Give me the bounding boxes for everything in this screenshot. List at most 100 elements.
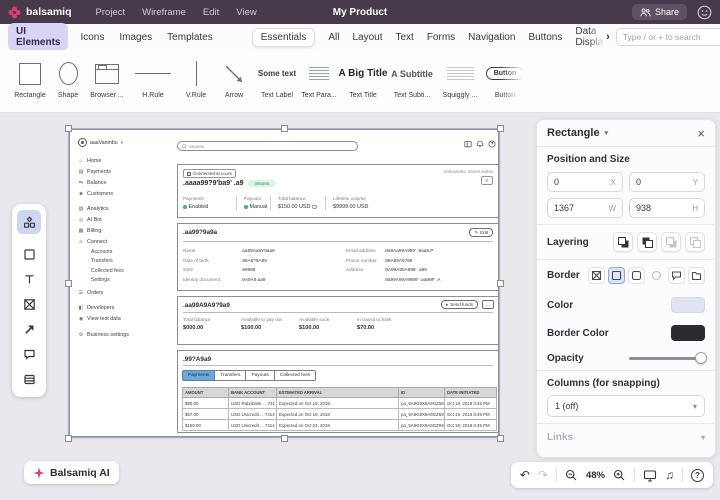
border-circle-icon[interactable] <box>648 267 665 284</box>
toolbox-item-shape[interactable]: Shape <box>50 59 86 112</box>
columns-select[interactable]: 1 (off) ▾ <box>547 395 705 417</box>
y-position-field[interactable]: 0Y <box>629 172 705 192</box>
menu-view[interactable]: View <box>236 7 256 18</box>
bring-to-front-icon[interactable] <box>637 232 657 252</box>
inspector-element-type[interactable]: Rectangle <box>547 127 600 139</box>
toolbox-item-text-paragraph[interactable]: Text Para... <box>300 59 338 112</box>
toolbox-item-text-subtitle[interactable]: A Subtitle Text Subti... <box>388 59 436 112</box>
category-buttons[interactable]: Buttons <box>528 32 562 43</box>
bring-forward-icon[interactable] <box>613 232 633 252</box>
border-none-icon[interactable] <box>588 267 605 284</box>
opacity-slider-knob[interactable] <box>695 352 707 364</box>
selection-handle[interactable] <box>281 125 288 132</box>
mock-activity-title: .99?A9a9 <box>183 356 211 363</box>
category-all[interactable]: All <box>328 32 339 43</box>
send-backward-icon[interactable] <box>661 232 681 252</box>
data-grid-tool-icon[interactable] <box>17 367 41 391</box>
category-forms[interactable]: Forms <box>427 32 455 43</box>
comment-tool-icon[interactable] <box>17 342 41 366</box>
toolbox-item-hrule[interactable]: H.Rule <box>128 59 178 112</box>
green-dot-icon <box>244 205 248 209</box>
tab-templates[interactable]: Templates <box>167 32 213 43</box>
people-icon <box>640 8 651 17</box>
selection-handle[interactable] <box>65 125 72 132</box>
menu-project[interactable]: Project <box>96 7 126 18</box>
menu-wireframe[interactable]: Wireframe <box>142 7 186 18</box>
ellipse-shape-icon <box>59 62 78 85</box>
selection-handle[interactable] <box>497 435 504 442</box>
help-icon[interactable]: ? <box>691 469 704 482</box>
chevron-down-icon[interactable]: ▾ <box>605 129 609 137</box>
border-tab-icon[interactable] <box>688 267 705 284</box>
color-label: Color <box>547 300 573 311</box>
tool-label: Squiggly ... <box>443 92 478 99</box>
mock-nav-billing: ▦Billing <box>78 225 176 236</box>
connect-icon: ∞ <box>78 239 84 245</box>
mock-details-right: Email address.9a9Aa99A999' .9aa9.P Phone… <box>346 246 440 284</box>
music-icon[interactable]: ♫ <box>665 469 674 481</box>
border-color-swatch[interactable] <box>671 325 705 341</box>
selection-handle[interactable] <box>497 280 504 287</box>
ui-library-tool-icon[interactable] <box>17 210 41 234</box>
opacity-slider[interactable] <box>629 357 705 360</box>
toolbox-item-browser[interactable]: Browser ... <box>86 59 128 112</box>
share-button[interactable]: Share <box>632 4 687 20</box>
border-bubble-icon[interactable] <box>668 267 685 284</box>
balsamiq-ai-button[interactable]: Balsamiq AI <box>24 461 119 484</box>
mock-nav-developers: ◧Developers <box>78 302 176 313</box>
category-navigation[interactable]: Navigation <box>468 32 515 43</box>
selection-handle[interactable] <box>281 435 288 442</box>
category-essentials[interactable]: Essentials <box>252 28 316 47</box>
library-search-input[interactable] <box>616 28 720 46</box>
height-field[interactable]: 938H <box>629 198 705 218</box>
redo-icon[interactable]: ↷ <box>538 469 548 481</box>
selection-handle[interactable] <box>65 280 72 287</box>
mock-nav-home: ⌂Home <box>78 155 176 166</box>
tab-images[interactable]: Images <box>119 32 152 43</box>
mock-stat-payments: Payments Enabled <box>183 196 236 210</box>
present-icon[interactable] <box>643 469 657 482</box>
border-plain-icon[interactable] <box>628 267 645 284</box>
mock-account-logo-icon <box>78 138 87 147</box>
toolbox-item-text-title[interactable]: A Big Title Text Title <box>338 59 388 112</box>
menu-edit[interactable]: Edit <box>203 7 219 18</box>
categories-more-chevron-icon[interactable]: › <box>606 31 610 43</box>
tab-icons[interactable]: Icons <box>80 32 104 43</box>
width-field[interactable]: 1367W <box>547 198 623 218</box>
mock-nav-analytics: ▧Analytics <box>78 203 176 214</box>
links-section-toggle[interactable]: Links ▾ <box>537 424 715 451</box>
toolbox-item-arrow[interactable]: Arrow <box>214 59 254 112</box>
account-avatar-icon[interactable] <box>697 5 712 20</box>
mock-account-selector: aaaVanmbu ▾ <box>78 138 176 147</box>
inspector-panel: Rectangle ▾ × Position and Size 0X 0Y 13… <box>536 119 716 458</box>
text-tool-icon[interactable] <box>17 267 41 291</box>
undo-icon[interactable]: ↶ <box>520 469 530 481</box>
zoom-out-icon[interactable] <box>565 469 578 482</box>
send-to-back-icon[interactable] <box>685 232 705 252</box>
toolbox-item-vrule[interactable]: V.Rule <box>178 59 214 112</box>
zoom-level[interactable]: 48% <box>586 470 605 481</box>
category-data-display[interactable]: Data Displa <box>575 26 603 48</box>
x-position-field[interactable]: 0X <box>547 172 623 192</box>
mock-details-card: .aa99?9a9a ✎Edit Name.aa99Aa9Y9aa9 Date … <box>177 223 499 291</box>
category-layout[interactable]: Layout <box>352 32 382 43</box>
close-icon[interactable]: × <box>697 127 705 140</box>
toolbox-item-rectangle[interactable]: Rectangle <box>10 59 50 112</box>
mock-account-meta: aa9aa9a9a: a9aa9 aa9aa <box>444 169 493 174</box>
border-square-icon[interactable] <box>608 267 625 284</box>
billing-icon: ▦ <box>78 228 84 234</box>
home-icon: ⌂ <box>78 158 84 164</box>
toolbox-item-squiggly[interactable]: Squiggly ... <box>436 59 484 112</box>
selection-handle[interactable] <box>497 125 504 132</box>
arrow-tool-icon[interactable] <box>17 317 41 341</box>
rectangle-tool-icon[interactable] <box>17 242 41 266</box>
toolbox-item-text-label[interactable]: Some text Text Label <box>254 59 300 112</box>
tab-ui-elements[interactable]: UI Elements <box>8 23 68 51</box>
fill-color-swatch[interactable] <box>671 297 705 313</box>
zoom-in-icon[interactable] <box>613 469 626 482</box>
category-text[interactable]: Text <box>395 32 413 43</box>
selection-handle[interactable] <box>65 435 72 442</box>
mock-nav-view-test-data: ◉View test data <box>78 313 176 324</box>
image-tool-icon[interactable] <box>17 292 41 316</box>
wireframe-mockup[interactable]: aaaVanmbu ▾ ⌂Home ▤Payments ⇆Balance ☻Cu… <box>69 129 499 437</box>
